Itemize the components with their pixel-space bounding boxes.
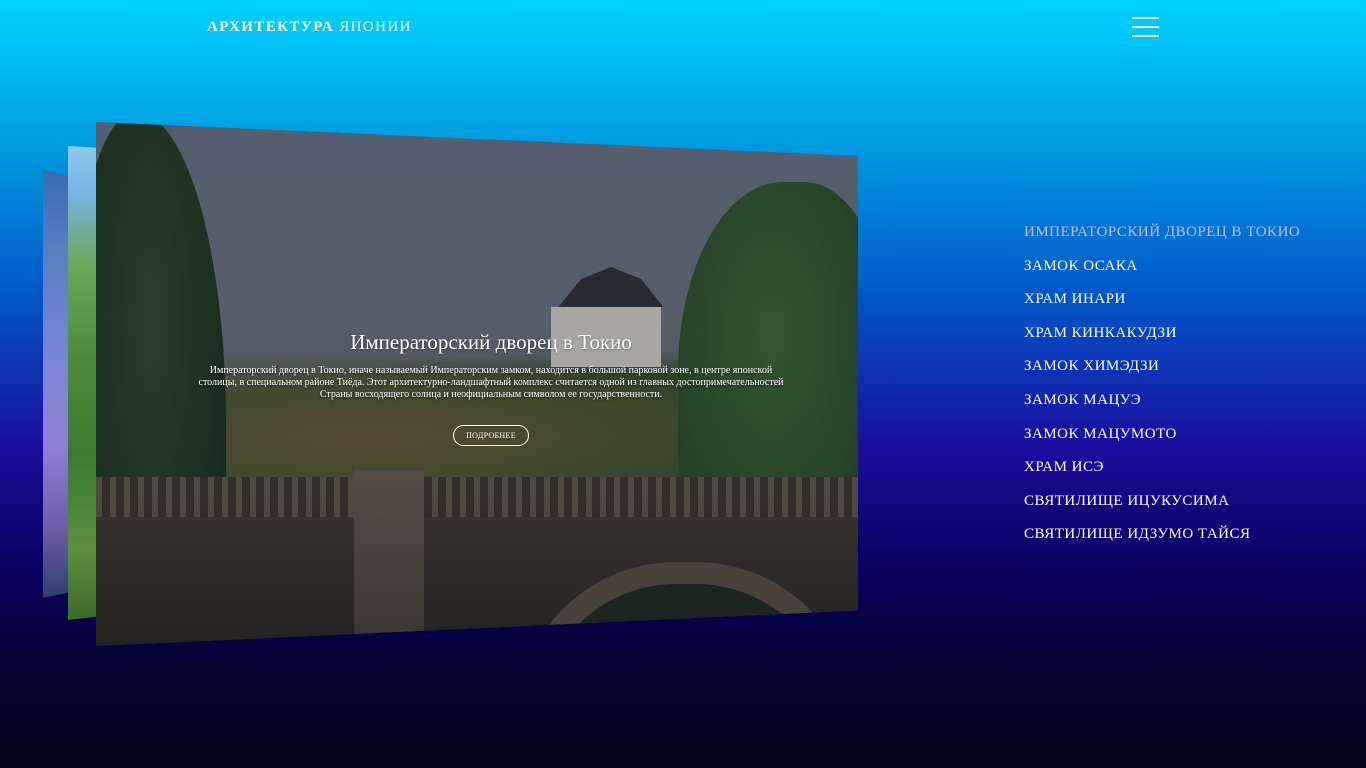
nav-item-himeji-castle[interactable]: ЗАМОК ХИМЭДЗИ [1024,356,1300,390]
nav-item-osaka-castle[interactable]: ЗАМОК ОСАКА [1024,256,1300,290]
slide-description: Императорский дворец в Токио, иначе назы… [198,365,784,400]
logo-bold-text: АРХИТЕКТУРА [207,19,335,35]
slide-content: Императорский дворец в Токио Императорск… [96,330,886,446]
nav-item-inari-shrine[interactable]: ХРАМ ИНАРИ [1024,289,1300,323]
more-button[interactable]: ПОДРОБНЕЕ [453,425,529,446]
nav-item-imperial-palace[interactable]: ИМПЕРАТОРСКИЙ ДВОРЕЦ В ТОКИО [1024,222,1300,256]
slide-title: Императорский дворец в Токио [350,330,632,354]
nav-item-itsukushima-shrine[interactable]: СВЯТИЛИЩЕ ИЦУКУСИМА [1024,491,1300,525]
nav-item-izumo-taisha[interactable]: СВЯТИЛИЩЕ ИДЗУМО ТАЙСЯ [1024,524,1300,558]
menu-line [1132,26,1159,28]
nav-item-kinkakuji[interactable]: ХРАМ КИНКАКУДЗИ [1024,323,1300,357]
logo-light-text: ЯПОНИИ [339,19,412,35]
landmark-nav: ИМПЕРАТОРСКИЙ ДВОРЕЦ В ТОКИО ЗАМОК ОСАКА… [1024,222,1300,558]
menu-line [1132,17,1159,19]
menu-line [1132,35,1159,37]
site-logo[interactable]: АРХИТЕКТУРА ЯПОНИИ [207,19,412,36]
nav-item-matsumoto-castle[interactable]: ЗАМОК МАЦУМОТО [1024,424,1300,458]
nav-item-matsue-castle[interactable]: ЗАМОК МАЦУЭ [1024,390,1300,424]
hamburger-menu-icon[interactable] [1132,17,1159,39]
nav-item-ise-shrine[interactable]: ХРАМ ИСЭ [1024,457,1300,491]
